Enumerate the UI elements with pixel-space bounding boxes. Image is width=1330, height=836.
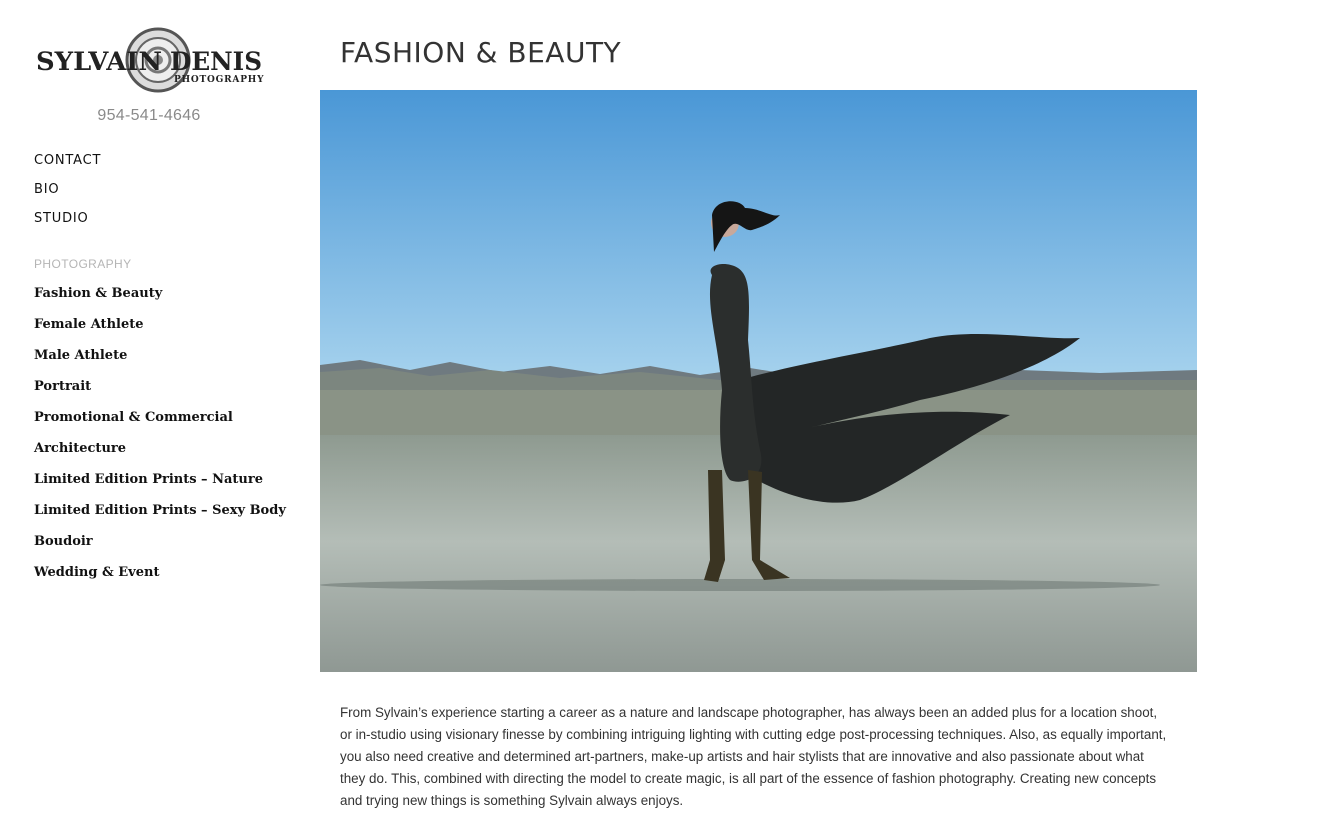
- nav-male-athlete[interactable]: Male Athlete: [34, 346, 286, 377]
- gallery-nav: Fashion & Beauty Female Athlete Male Ath…: [34, 284, 286, 594]
- nav-portrait[interactable]: Portrait: [34, 377, 286, 408]
- logo-sub: PHOTOGRAPHY: [174, 75, 264, 85]
- nav-prints-nature[interactable]: Limited Edition Prints – Nature: [34, 470, 286, 501]
- nav-studio[interactable]: STUDIO: [34, 208, 101, 237]
- phone-number[interactable]: 954-541-4646: [0, 107, 298, 125]
- logo-mark: SYLVAIN DENIS PHOTOGRAPHY: [36, 27, 264, 93]
- logo-name-last: DENIS: [170, 47, 262, 76]
- page-title: FASHION & BEAUTY: [340, 36, 622, 69]
- nav-promotional-commercial[interactable]: Promotional & Commercial: [34, 408, 286, 439]
- nav-architecture[interactable]: Architecture: [34, 439, 286, 470]
- hero-photo: [320, 90, 1197, 672]
- top-nav: CONTACT BIO STUDIO: [34, 150, 101, 237]
- nav-boudoir[interactable]: Boudoir: [34, 532, 286, 563]
- nav-contact[interactable]: CONTACT: [34, 150, 101, 179]
- site-logo[interactable]: SYLVAIN DENIS PHOTOGRAPHY: [34, 26, 266, 96]
- logo-name-first: SYLVAIN: [36, 47, 162, 76]
- nav-prints-sexy-body[interactable]: Limited Edition Prints – Sexy Body: [34, 501, 286, 532]
- page-description: From Sylvain’s experience starting a car…: [340, 705, 1167, 808]
- photography-heading: PHOTOGRAPHY: [34, 257, 132, 271]
- sidebar: SYLVAIN DENIS PHOTOGRAPHY 954-541-4646 C…: [0, 0, 300, 836]
- nav-bio[interactable]: BIO: [34, 179, 101, 208]
- nav-wedding-event[interactable]: Wedding & Event: [34, 563, 286, 594]
- nav-female-athlete[interactable]: Female Athlete: [34, 315, 286, 346]
- nav-fashion-beauty[interactable]: Fashion & Beauty: [34, 284, 286, 315]
- hero-photo-illustration: [320, 90, 1197, 672]
